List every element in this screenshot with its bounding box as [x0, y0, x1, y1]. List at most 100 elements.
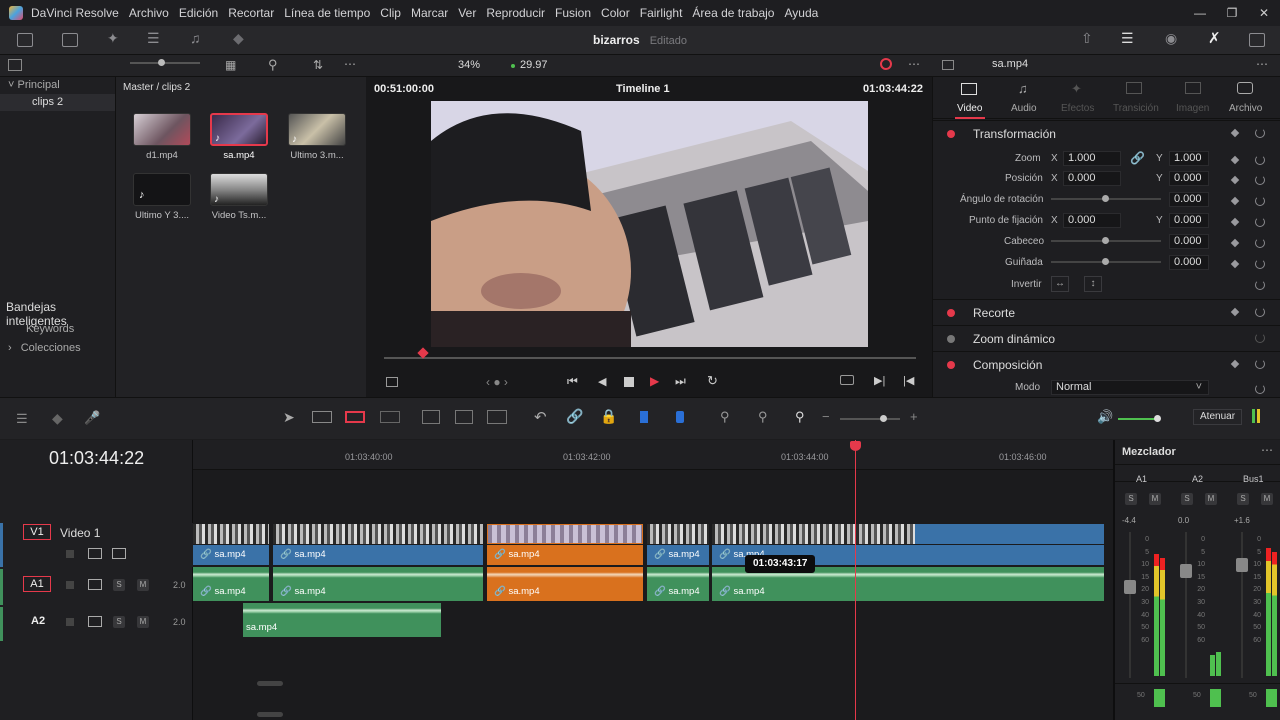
- clip-thumbnail-selected[interactable]: ♪: [210, 113, 268, 146]
- a1-fader[interactable]: [1124, 580, 1136, 594]
- composite-enable-icon[interactable]: [947, 361, 955, 369]
- lock-icon[interactable]: [66, 618, 74, 626]
- zoom-custom-icon[interactable]: ⚲: [795, 409, 805, 425]
- v1-track-id[interactable]: V1: [23, 524, 51, 540]
- anchor-x-field[interactable]: 0.000: [1063, 213, 1121, 228]
- tab-file[interactable]: Archivo: [1229, 103, 1262, 114]
- zoom-detail-icon[interactable]: ⚲: [758, 409, 768, 425]
- transform-enable-icon[interactable]: [947, 130, 955, 138]
- viewer-mode-icon[interactable]: [386, 377, 398, 387]
- layout-icon[interactable]: [8, 59, 22, 71]
- trim-tool-icon[interactable]: [312, 411, 332, 423]
- yaw-field[interactable]: 0.000: [1169, 255, 1209, 270]
- viewer-options-icon[interactable]: ⋯: [908, 57, 920, 71]
- bus1-fader[interactable]: [1236, 558, 1248, 572]
- flag-icon[interactable]: [640, 411, 648, 423]
- menu-ver[interactable]: Ver: [458, 6, 476, 20]
- reset-icon[interactable]: [1255, 155, 1265, 165]
- zoom-y-field[interactable]: 1.000: [1169, 151, 1209, 166]
- replace-clip-icon[interactable]: [487, 410, 507, 424]
- video-tab-icon[interactable]: [961, 83, 977, 95]
- blade-tool-icon[interactable]: [345, 411, 365, 423]
- reset-icon[interactable]: [1255, 175, 1265, 185]
- overwrite-clip-icon[interactable]: [455, 410, 473, 424]
- timeline-ruler[interactable]: 01:03:40:00 01:03:42:00 01:03:44:00 01:0…: [193, 440, 1113, 470]
- v1-clip[interactable]: 🔗 sa.mp4: [273, 545, 483, 565]
- viewer-zoom[interactable]: 34%: [458, 59, 480, 71]
- menu-area-de-trabajo[interactable]: Área de trabajo: [692, 6, 774, 20]
- dynamic-trim-icon[interactable]: [380, 411, 400, 423]
- audio-tab-icon[interactable]: ♫: [1018, 81, 1028, 96]
- link-icon[interactable]: 🔗: [1130, 151, 1145, 165]
- a1-clip[interactable]: 🔗 sa.mp4: [193, 582, 269, 602]
- go-to-end-icon[interactable]: ⏭: [675, 374, 686, 389]
- keyframe-icon[interactable]: [1230, 175, 1240, 185]
- v1-clip-selected[interactable]: 🔗 sa.mp4: [487, 545, 643, 565]
- a1-track-header[interactable]: A1 S M 2.0: [0, 569, 193, 605]
- a1-track-id[interactable]: A1: [23, 576, 51, 592]
- play-icon[interactable]: ▶: [650, 374, 659, 388]
- next-clip-icon[interactable]: ▶|: [874, 374, 885, 387]
- yaw-slider[interactable]: [1051, 258, 1161, 265]
- auto-select-icon[interactable]: [88, 548, 102, 559]
- keyframe-icon[interactable]: [1230, 307, 1240, 317]
- timeline-tracks[interactable]: 01:03:40:00 01:03:42:00 01:03:44:00 01:0…: [193, 440, 1113, 720]
- match-frame-icon[interactable]: [840, 375, 854, 385]
- smart-bin-collections[interactable]: › Colecciones: [8, 342, 81, 354]
- pitch-field[interactable]: 0.000: [1169, 234, 1209, 249]
- clip-thumbnail[interactable]: ♪: [210, 173, 268, 206]
- reset-icon[interactable]: [1255, 280, 1265, 290]
- selection-tool-icon[interactable]: ➤: [283, 409, 295, 426]
- playhead[interactable]: [855, 440, 856, 720]
- menu-linea-de-tiempo[interactable]: Línea de tiempo: [284, 6, 370, 20]
- a1-clip[interactable]: 🔗 sa.mp4: [273, 582, 483, 602]
- a2-clip[interactable]: sa.mp4: [243, 603, 441, 637]
- position-y-field[interactable]: 0.000: [1169, 171, 1209, 186]
- pitch-slider[interactable]: [1051, 237, 1161, 244]
- crop-enable-icon[interactable]: [947, 309, 955, 317]
- prev-clip-icon[interactable]: |◀: [903, 374, 914, 387]
- position-x-field[interactable]: 0.000: [1063, 171, 1121, 186]
- reset-icon[interactable]: [1255, 217, 1265, 227]
- tab-audio[interactable]: Audio: [1011, 103, 1037, 114]
- a2-track-id[interactable]: A2: [31, 615, 45, 627]
- keyframe-icon[interactable]: [1230, 155, 1240, 165]
- flip-vertical-icon[interactable]: ↕: [1084, 276, 1102, 292]
- minimize-icon[interactable]: —: [1184, 6, 1216, 20]
- menu-ayuda[interactable]: Ayuda: [784, 6, 818, 20]
- reset-icon[interactable]: [1255, 259, 1265, 269]
- transform-section[interactable]: Transformación: [933, 120, 1280, 145]
- rotation-field[interactable]: 0.000: [1169, 192, 1209, 207]
- solo-button[interactable]: S: [113, 579, 125, 591]
- auto-select-icon[interactable]: [88, 579, 102, 590]
- menu-fairlight[interactable]: Fairlight: [640, 6, 683, 20]
- volume-icon[interactable]: 🔊: [1097, 409, 1113, 425]
- jog-icon[interactable]: ‹ ● ›: [486, 375, 508, 389]
- rotation-slider[interactable]: [1051, 195, 1161, 202]
- zoom-x-field[interactable]: 1.000: [1063, 151, 1121, 166]
- mixer-options-icon[interactable]: ⋯: [1261, 443, 1273, 457]
- clip-thumbnail[interactable]: ♪: [133, 173, 191, 206]
- monitor-volume-slider[interactable]: [1118, 415, 1161, 422]
- solo-button[interactable]: S: [113, 616, 125, 628]
- zoom-out-icon[interactable]: −: [822, 409, 830, 424]
- marker-icon[interactable]: [676, 411, 684, 423]
- dynamic-zoom-enable-icon[interactable]: [947, 335, 955, 343]
- playhead-handle-icon[interactable]: [850, 441, 861, 451]
- reverse-icon[interactable]: ◀: [598, 375, 606, 388]
- solo-button[interactable]: S: [1125, 493, 1137, 505]
- insert-clip-icon[interactable]: [422, 410, 440, 424]
- composite-section[interactable]: Composición: [933, 351, 1280, 376]
- timeline-view-icon[interactable]: ☰: [16, 411, 28, 427]
- mode-select[interactable]: Normal ˅: [1051, 380, 1209, 395]
- position-lock-icon[interactable]: 🔒: [600, 408, 617, 425]
- solo-button[interactable]: S: [1237, 493, 1249, 505]
- menu-recortar[interactable]: Recortar: [228, 6, 274, 20]
- reset-icon[interactable]: [1255, 238, 1265, 248]
- maximize-icon[interactable]: ❐: [1216, 6, 1248, 20]
- anchor-y-field[interactable]: 0.000: [1169, 213, 1209, 228]
- a1-clip-selected[interactable]: 🔗 sa.mp4: [487, 582, 643, 602]
- voiceover-icon[interactable]: 🎤: [84, 410, 100, 426]
- a1-clip[interactable]: 🔗 sa.mp4: [647, 582, 709, 602]
- timeline-name[interactable]: Timeline 1: [616, 83, 670, 95]
